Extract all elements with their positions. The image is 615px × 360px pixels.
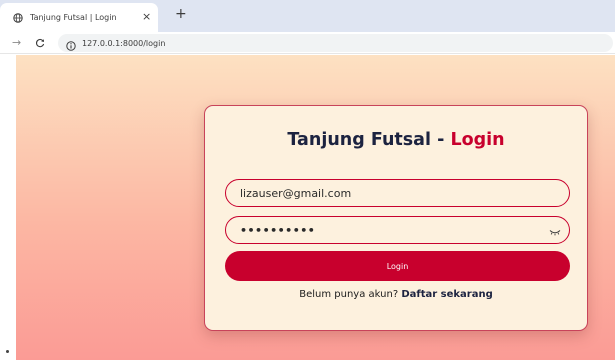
address-bar[interactable]: 127.0.0.1:8000/login xyxy=(58,34,613,52)
bullet-dot xyxy=(6,350,9,353)
register-link[interactable]: Daftar sekarang xyxy=(401,289,492,300)
arrow-forward-icon[interactable]: → xyxy=(12,36,21,50)
browser-tab[interactable]: Tanjung Futsal | Login × xyxy=(0,3,158,32)
title-accent: Login xyxy=(450,130,505,150)
password-mask: •••••••••• xyxy=(240,223,316,237)
login-card: Tanjung Futsal - Login lizauser@gmail.co… xyxy=(204,105,588,331)
page-title: Tanjung Futsal - Login xyxy=(205,130,587,150)
email-field[interactable]: lizauser@gmail.com xyxy=(225,179,570,207)
login-button[interactable]: Login xyxy=(225,251,570,281)
password-field[interactable]: •••••••••• xyxy=(225,216,570,244)
eye-closed-icon[interactable] xyxy=(549,225,561,237)
globe-icon xyxy=(13,12,23,23)
url-text: 127.0.0.1:8000/login xyxy=(82,38,166,48)
tab-title: Tanjung Futsal | Login xyxy=(30,13,117,22)
reload-icon[interactable] xyxy=(35,36,45,52)
browser-toolbar: → 127.0.0.1:8000/login xyxy=(0,32,615,54)
register-line: Belum punya akun? Daftar sekarang xyxy=(205,289,587,300)
browser-tabstrip: Tanjung Futsal | Login × + xyxy=(0,0,615,32)
close-icon[interactable]: × xyxy=(142,10,151,24)
email-value: lizauser@gmail.com xyxy=(240,186,352,200)
title-prefix: Tanjung Futsal - xyxy=(287,130,451,150)
site-info-icon[interactable] xyxy=(66,38,76,51)
register-prompt: Belum punya akun? xyxy=(299,289,402,300)
plus-icon[interactable]: + xyxy=(175,7,187,21)
